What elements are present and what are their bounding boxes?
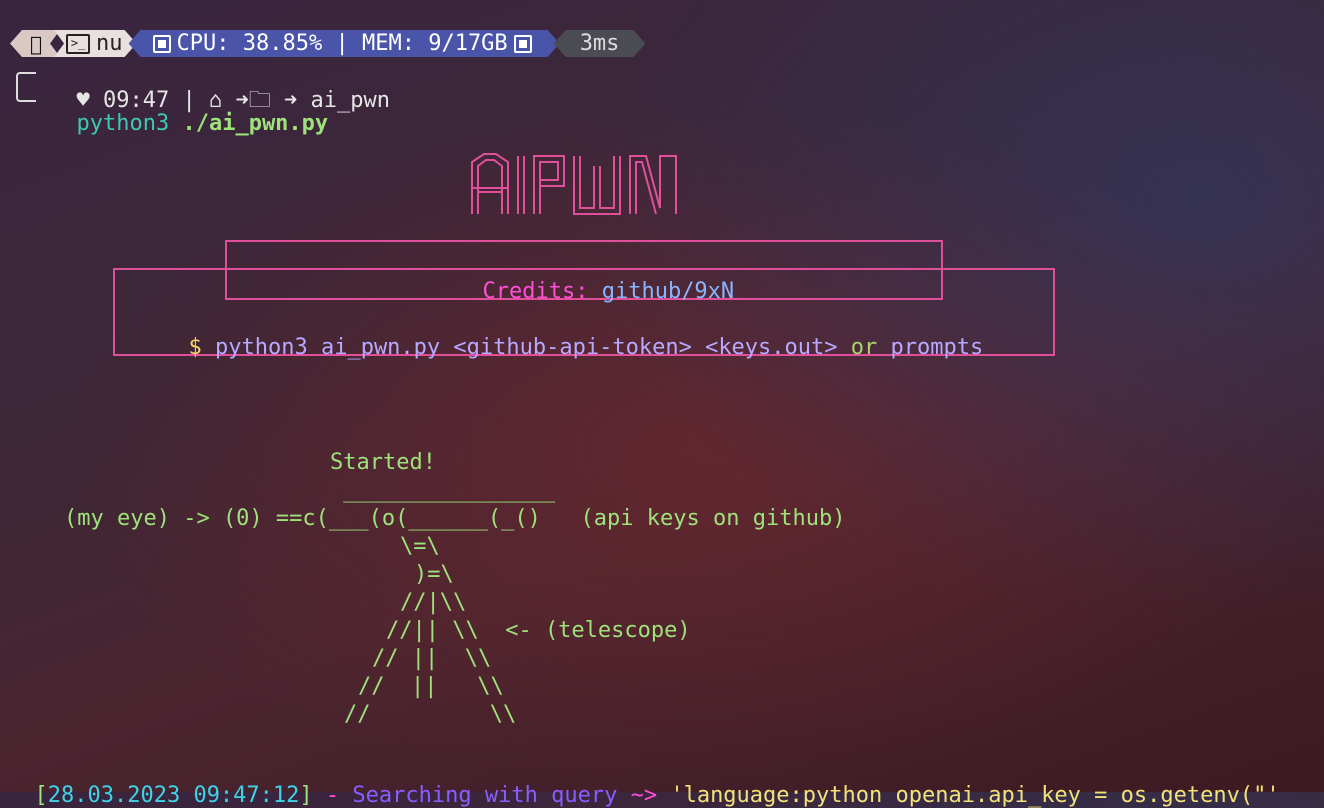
cpu-chip-icon <box>153 35 171 53</box>
log-message: Searching with query <box>352 783 618 808</box>
command-line: python3 ./ai_pwn.py <box>50 86 329 136</box>
usage-line: $ python3 ai_pwn.py <github-api-token> <… <box>162 310 984 360</box>
usage-alt: prompts <box>890 335 984 360</box>
log-close-bracket: ] <box>299 783 313 808</box>
usage-or: or <box>850 335 878 360</box>
ascii-line-6: //|| \\ <- (telescope) <box>386 618 691 643</box>
powerline-prompt:  >_ nu CPU: 38.85% | MEM: 9/17GB 3ms <box>10 30 645 57</box>
terminal-icon: >_ <box>66 34 90 54</box>
apple-segment:  <box>10 30 60 57</box>
ascii-line-7: // || \\ <box>372 646 492 671</box>
log-timestamp: 28.03.2023 09:47:12 <box>47 783 300 808</box>
duration-segment: 3ms <box>554 30 646 57</box>
cpu-mem-text: CPU: 38.85% | MEM: 9/17GB <box>164 31 496 56</box>
memory-chip-icon <box>514 35 532 53</box>
ascii-line-5: //|\\ <box>400 590 467 615</box>
ai-pwn-logo <box>471 153 677 215</box>
log-arrow: ~> <box>630 783 658 808</box>
ascii-line-8: // || \\ <box>358 674 504 699</box>
ascii-line-2: (my eye) -> (0) ==c(___(o(______(_() (ap… <box>64 506 846 531</box>
log-dash: - <box>325 783 340 808</box>
credits-value: github/9xN <box>601 279 735 304</box>
started-text: Started! <box>330 450 436 475</box>
ascii-line-1: ________________ <box>330 478 556 503</box>
system-stats-segment: CPU: 38.85% | MEM: 9/17GB <box>129 30 560 57</box>
ascii-line-4: )=\ <box>414 562 454 587</box>
credits-label: Credits: <box>482 279 589 304</box>
command-arg: ./ai_pwn.py <box>182 111 329 136</box>
ascii-line-3: \=\ <box>400 534 440 559</box>
log-open-bracket: [ <box>34 783 48 808</box>
command-bin: python3 <box>76 111 170 136</box>
shell-segment: >_ nu <box>54 30 137 57</box>
apple-icon:  <box>30 32 42 56</box>
shell-name: nu <box>84 31 111 56</box>
log-line: [28.03.2023 09:47:12] - Searching with q… <box>8 758 1280 808</box>
prompt-corner-bottom <box>16 86 36 102</box>
duration-text: 3ms <box>567 31 608 56</box>
usage-dollar: $ <box>188 335 202 360</box>
log-query: 'language:python openai.api_key = os.get… <box>670 783 1280 808</box>
usage-command: python3 ai_pwn.py <github-api-token> <ke… <box>215 335 838 360</box>
credits-line: Credits: github/9xN <box>456 254 735 304</box>
ascii-line-9: // \\ <box>344 702 517 727</box>
